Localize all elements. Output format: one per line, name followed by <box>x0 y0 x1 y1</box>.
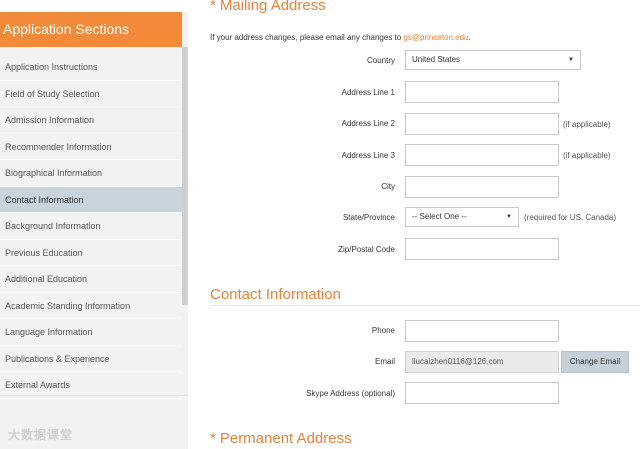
permanent-address-title: * Permanent Address <box>210 430 352 447</box>
required-star-icon: * <box>210 430 216 447</box>
sidebar-item-biographical-information[interactable]: Biographical Information <box>0 160 182 187</box>
country-select-value: United States <box>412 55 461 64</box>
main-content: * Mailing Address If your address changes… <box>188 0 640 449</box>
skype-address-input[interactable] <box>405 382 559 404</box>
zip-postal-label: Zip/Postal Code <box>338 245 395 254</box>
sidebar: Application Sections Application Instruc… <box>0 0 188 449</box>
email-label: Email <box>374 357 395 366</box>
notice-text: If your address changes, please email an… <box>210 33 404 42</box>
sidebar-item-admission-information[interactable]: Admission Information <box>0 107 182 134</box>
address-line-3-hint: (if applicable) <box>563 151 611 160</box>
contact-section-divider <box>210 305 640 306</box>
required-star-icon: * <box>210 0 216 14</box>
notice-email-link[interactable]: gs@princeton.edu <box>403 33 468 42</box>
sidebar-item-field-of-study[interactable]: Field of Study Selection <box>0 81 182 107</box>
permanent-address-title-text: Permanent Address <box>219 430 352 447</box>
sidebar-item-contact-information[interactable]: Contact Information <box>0 186 182 213</box>
address-line-3-input[interactable] <box>405 144 559 166</box>
phone-label: Phone <box>371 326 395 335</box>
sidebar-top-strip <box>0 0 188 12</box>
sidebar-item-language-information[interactable]: Language Information <box>0 319 182 346</box>
sidebar-item-application-instructions[interactable]: Application Instructions <box>0 54 182 81</box>
sidebar-item-previous-education[interactable]: Previous Education <box>0 240 182 266</box>
state-province-label: State/Province <box>342 213 395 222</box>
zip-postal-input[interactable] <box>405 238 559 260</box>
skype-address-label: Skype Address (optional) <box>306 389 395 398</box>
state-select-value: -- Select One -- <box>412 212 467 221</box>
address-line-2-input[interactable] <box>405 113 559 135</box>
address-line-2-label: Address Line 2 <box>341 119 395 128</box>
mailing-address-title-text: Mailing Address <box>219 0 326 14</box>
chevron-down-icon: ▼ <box>568 57 574 63</box>
address-line-3-label: Address Line 3 <box>341 151 395 160</box>
country-label: Country <box>366 56 395 65</box>
sidebar-item-additional-education[interactable]: Additional Education <box>0 266 182 293</box>
sidebar-divider <box>0 395 188 396</box>
state-province-select[interactable]: -- Select One -- ▼ <box>405 207 519 227</box>
contact-information-title: Contact Information <box>210 286 341 303</box>
watermark-text: 大数据课堂 <box>8 428 74 442</box>
chevron-down-icon: ▼ <box>506 214 512 220</box>
change-email-button[interactable]: Change Email <box>561 351 629 373</box>
mailing-address-title: * Mailing Address <box>210 0 326 14</box>
address-line-1-input[interactable] <box>405 81 559 103</box>
address-line-1-label: Address Line 1 <box>341 88 395 97</box>
sidebar-item-academic-standing[interactable]: Academic Standing Information <box>0 293 182 319</box>
address-change-notice: If your address changes, please email an… <box>210 33 471 42</box>
sidebar-item-background-information[interactable]: Background Information <box>0 213 182 240</box>
country-select[interactable]: United States ▼ <box>405 50 581 70</box>
sidebar-header: Application Sections <box>0 12 182 47</box>
phone-input[interactable] <box>405 320 559 342</box>
city-label: City <box>381 182 395 191</box>
sidebar-item-publications-experience[interactable]: Publications & Experience <box>0 346 182 372</box>
city-input[interactable] <box>405 176 559 198</box>
email-field: liucaizhen0116@126.com <box>405 351 559 373</box>
watermark-logo: 大数据课堂 <box>8 426 73 443</box>
state-required-hint: (required for US, Canada) <box>524 213 617 222</box>
notice-end: . <box>468 33 471 42</box>
sidebar-item-recommender-information[interactable]: Recommender Information <box>0 134 182 160</box>
address-line-2-hint: (if applicable) <box>563 120 611 129</box>
sidebar-list: Application Instructions Field of Study … <box>0 54 182 399</box>
